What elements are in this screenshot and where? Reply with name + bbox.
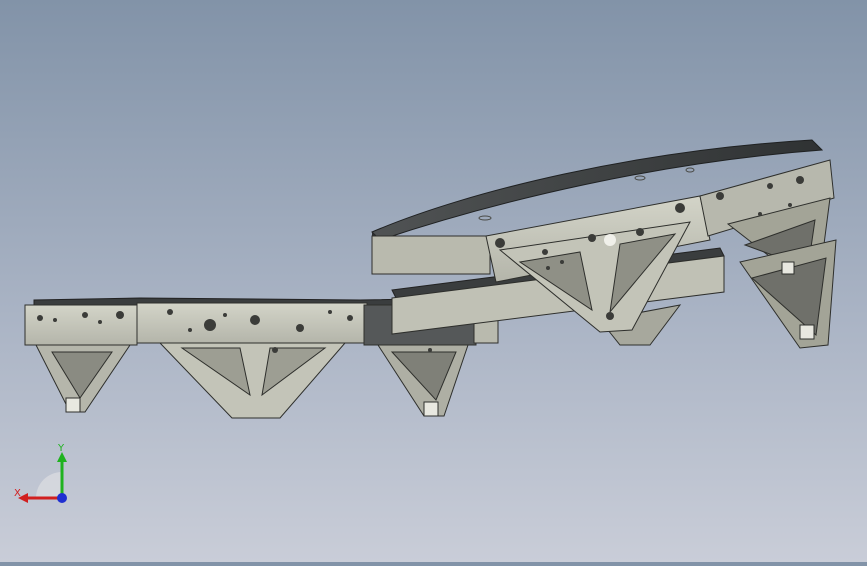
z-axis-origin-icon — [57, 493, 67, 503]
cad-3d-viewport[interactable] — [0, 0, 867, 562]
y-axis-label: Y — [57, 443, 65, 454]
axis-triad: Y X — [12, 440, 82, 510]
triad-plane-icon — [36, 472, 62, 498]
model-assembly[interactable] — [0, 0, 867, 562]
axis-triad-graphic: Y X — [14, 443, 67, 503]
x-axis-label: X — [14, 488, 21, 499]
